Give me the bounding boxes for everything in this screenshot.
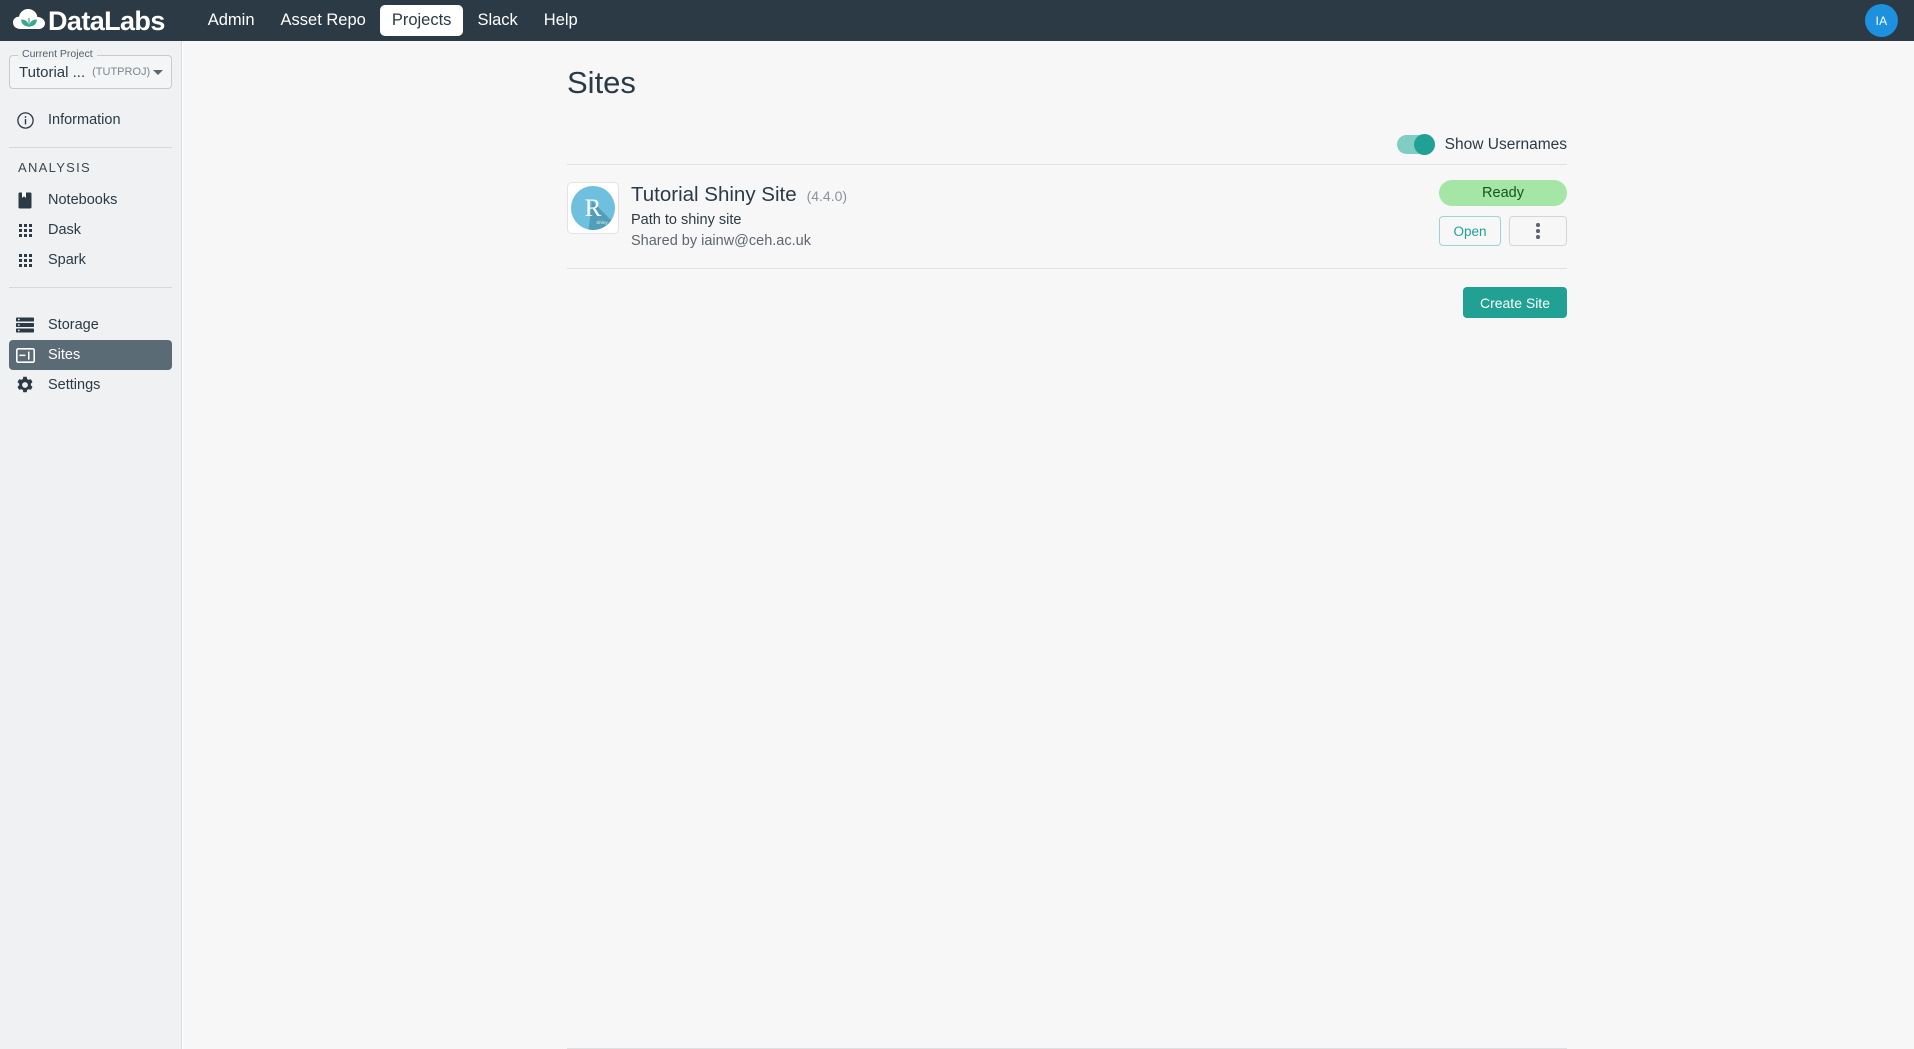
sidebar-divider-2	[9, 287, 172, 288]
create-site-button[interactable]: Create Site	[1462, 287, 1567, 318]
sidebar: Current Project Tutorial ... (TUTPROJ) I…	[0, 41, 182, 1049]
sites-page: Sites Show Usernames R Shiny Tutorial Sh…	[567, 41, 1567, 318]
notebook-icon	[14, 190, 36, 210]
brand-name: DataLabs	[48, 5, 165, 36]
sidebar-item-spark[interactable]: Spark	[9, 245, 172, 275]
grid-dots-icon	[14, 250, 36, 270]
site-button-group: Open	[1439, 216, 1567, 246]
sidebar-item-sites[interactable]: Sites	[9, 340, 172, 370]
site-actions: Ready Open	[1439, 180, 1567, 246]
sidebar-item-settings[interactable]: Settings	[9, 370, 172, 400]
site-list-item: R Shiny Tutorial Shiny Site (4.4.0) Path…	[567, 165, 1567, 268]
sidebar-item-notebooks-label: Notebooks	[48, 192, 118, 208]
sidebar-item-information[interactable]: Information	[9, 105, 172, 135]
chevron-down-icon	[153, 69, 163, 75]
show-usernames-toggle[interactable]	[1396, 134, 1435, 155]
site-shared-by: Shared by iainw@ceh.ac.uk	[631, 233, 811, 249]
sidebar-divider-1	[9, 147, 172, 148]
sidebar-section-analysis: ANALYSIS	[18, 160, 92, 175]
grid-dots-icon	[14, 220, 36, 240]
sidebar-item-storage-label: Storage	[48, 317, 99, 333]
gear-icon	[14, 375, 36, 395]
create-site-row: Create Site	[567, 269, 1567, 318]
top-navbar: DataLabs Admin Asset Repo Projects Slack…	[0, 0, 1914, 41]
nav-link-projects[interactable]: Projects	[379, 5, 464, 36]
site-details: Tutorial Shiny Site (4.4.0) Path to shin…	[631, 182, 1567, 249]
current-project-name: Tutorial ...	[19, 63, 86, 81]
nav-link-slack[interactable]: Slack	[465, 5, 529, 36]
site-title-line: Tutorial Shiny Site (4.4.0)	[631, 183, 1567, 207]
sidebar-item-sites-label: Sites	[48, 347, 81, 363]
toggle-knob	[1413, 134, 1435, 155]
sidebar-item-notebooks[interactable]: Notebooks	[9, 185, 172, 215]
server-stack-icon	[14, 315, 36, 335]
sidebar-item-spark-label: Spark	[48, 252, 86, 268]
svg-text:Shiny: Shiny	[596, 220, 608, 225]
show-usernames-label: Show Usernames	[1444, 135, 1567, 153]
brand-logo-link[interactable]: DataLabs	[12, 0, 165, 41]
show-usernames-row: Show Usernames	[567, 134, 1567, 164]
open-site-button[interactable]: Open	[1439, 216, 1501, 246]
current-project-legend: Current Project	[18, 48, 97, 60]
nav-link-asset-repo[interactable]: Asset Repo	[269, 5, 378, 36]
primary-nav: Admin Asset Repo Projects Slack Help	[196, 5, 590, 36]
kebab-menu-icon	[1536, 223, 1540, 239]
site-version: (4.4.0)	[806, 188, 848, 204]
page-title: Sites	[567, 65, 636, 100]
site-menu-button[interactable]	[1509, 216, 1567, 246]
sidebar-item-storage[interactable]: Storage	[9, 310, 172, 340]
window-layout-icon	[14, 345, 36, 365]
sidebar-item-information-label: Information	[48, 112, 121, 128]
r-shiny-icon: R Shiny	[567, 182, 619, 234]
info-circle-icon	[14, 110, 36, 130]
sidebar-item-settings-label: Settings	[48, 377, 101, 393]
current-project-selector[interactable]: Current Project Tutorial ... (TUTPROJ)	[9, 48, 172, 89]
svg-text:R: R	[585, 195, 602, 222]
status-badge[interactable]: Ready	[1439, 180, 1567, 206]
user-avatar[interactable]: IA	[1865, 4, 1898, 37]
main-content: Sites Show Usernames R Shiny Tutorial Sh…	[183, 41, 1914, 1049]
current-project-code: (TUTPROJ)	[92, 66, 151, 78]
cloud-leaf-logo-icon	[12, 6, 46, 36]
site-title: Tutorial Shiny Site	[631, 183, 797, 206]
site-path: Path to shiny site	[631, 212, 742, 228]
nav-link-admin[interactable]: Admin	[196, 5, 267, 36]
nav-link-help[interactable]: Help	[532, 5, 590, 36]
sidebar-item-dask-label: Dask	[48, 222, 82, 238]
sidebar-item-dask[interactable]: Dask	[9, 215, 172, 245]
